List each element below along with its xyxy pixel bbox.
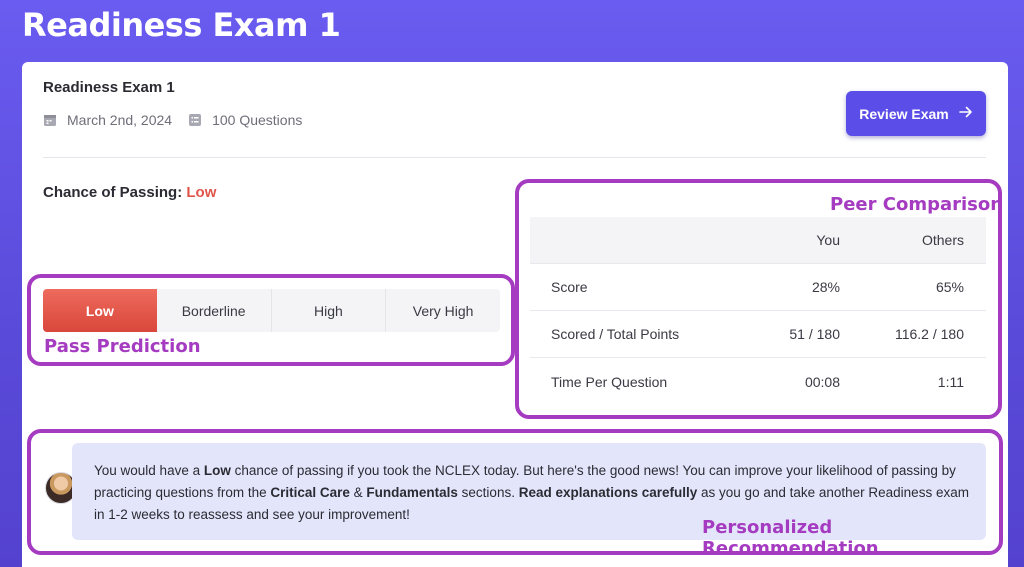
list-icon (188, 113, 202, 127)
exam-date-text: March 2nd, 2024 (67, 112, 173, 128)
exam-date: March 2nd, 2024 (43, 112, 172, 128)
pass-prediction-label: Pass Prediction (44, 336, 201, 357)
chance-value: Low (186, 184, 217, 201)
exam-questions: 100 Questions (188, 112, 302, 128)
exam-questions-text: 100 Questions (212, 112, 303, 128)
arrow-right-icon (958, 105, 973, 123)
divider (43, 157, 986, 158)
exam-name: Readiness Exam 1 (43, 79, 175, 96)
review-exam-button[interactable]: Review Exam (846, 91, 986, 136)
recommendation-label: Personalized Recommendation (702, 517, 879, 559)
calendar-icon (43, 113, 57, 127)
peer-comparison-label: Peer Comparison (830, 194, 1004, 215)
exam-meta: March 2nd, 2024 100 Questions (43, 112, 318, 128)
exam-card: Readiness Exam 1 March 2nd, 2024 100 Que… (22, 62, 1008, 567)
peer-comparison-highlight (515, 179, 1002, 419)
review-exam-label: Review Exam (859, 105, 949, 122)
chance-label: Chance of Passing: (43, 184, 183, 201)
chance-of-passing: Chance of Passing: Low (43, 184, 216, 201)
page-title: Readiness Exam 1 (22, 6, 341, 44)
